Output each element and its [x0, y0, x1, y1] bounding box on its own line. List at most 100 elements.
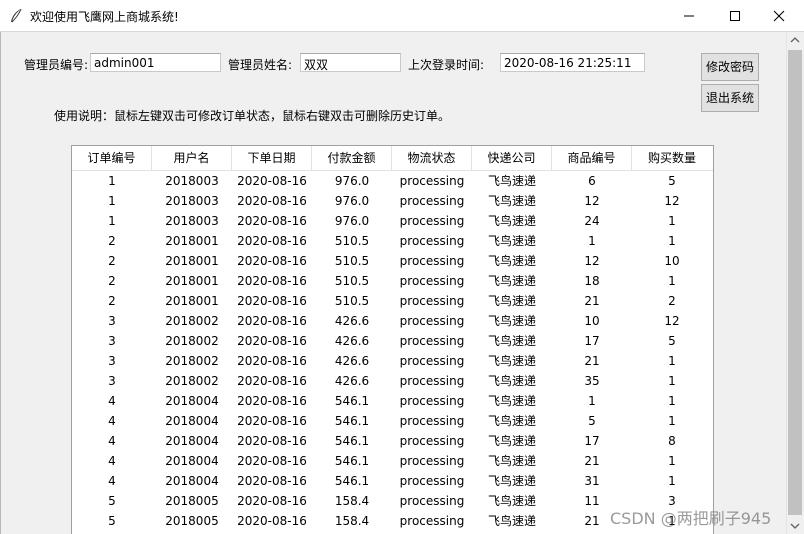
table-row[interactable]: 3 2018002 2020-08-16 426.6 processing 飞鸟速递 21 1: [72, 351, 713, 371]
table-cell: 12: [584, 194, 600, 208]
table-cell: 飞鸟速递: [487, 334, 536, 348]
table-row[interactable]: 2 2018001 2020-08-16 510.5 processing 飞鸟速递 21 2: [72, 291, 713, 311]
table-cell: 2018004: [165, 474, 219, 488]
table-cell: processing: [399, 234, 465, 248]
table-row[interactable]: 3 2018002 2020-08-16 426.6 processing 飞鸟速递 35 1: [72, 371, 713, 391]
table-cell: processing: [399, 354, 465, 368]
column-header[interactable]: 商品编号: [552, 146, 632, 170]
table-cell: 1: [588, 234, 596, 248]
table-cell: 2020-08-16: [237, 334, 307, 348]
table-cell: 飞鸟速递: [487, 194, 536, 208]
table-cell: 1: [108, 194, 116, 208]
table-row[interactable]: 2 2018001 2020-08-16 510.5 processing 飞鸟速递 18 1: [72, 271, 713, 291]
table-cell: 2018004: [165, 394, 219, 408]
table-cell: 1: [668, 374, 676, 388]
table-row[interactable]: 3 2018002 2020-08-16 426.6 processing 飞鸟速递 17 5: [72, 331, 713, 351]
table-cell: 1: [668, 354, 676, 368]
table-cell: 4: [108, 474, 116, 488]
table-cell: 2020-08-16: [237, 294, 307, 308]
table-cell: 12: [584, 254, 600, 268]
last-login-field[interactable]: 2020-08-16 21:25:11: [500, 53, 645, 72]
table-cell: 21: [584, 294, 600, 308]
table-cell: processing: [399, 474, 465, 488]
table-cell: 2018003: [165, 194, 219, 208]
scroll-down-arrow-icon[interactable]: [787, 517, 803, 534]
column-header[interactable]: 快递公司: [472, 146, 552, 170]
table-cell: 飞鸟速递: [487, 314, 536, 328]
minimize-icon: [684, 15, 694, 17]
table-cell: 426.6: [334, 374, 370, 388]
table-cell: 2020-08-16: [237, 214, 307, 228]
table-cell: processing: [399, 494, 465, 508]
column-header[interactable]: 付款金额: [312, 146, 392, 170]
table-row[interactable]: 1 2018003 2020-08-16 976.0 processing 飞鸟速递 24 1: [72, 211, 713, 231]
orders-table[interactable]: 订单编号 用户名 下单日期 付款金额 物流状态 快递公司 商品编号 购买数量 1 2018003…: [71, 145, 714, 534]
admin-id-field[interactable]: admin001: [90, 53, 221, 72]
table-cell: 10: [584, 314, 600, 328]
table-cell: 飞鸟速递: [487, 254, 536, 268]
table-cell: 2: [108, 234, 116, 248]
table-cell: 2018003: [165, 174, 219, 188]
column-header[interactable]: 用户名: [152, 146, 232, 170]
table-cell: 5: [108, 494, 116, 508]
table-cell: 2020-08-16: [237, 234, 307, 248]
table-row[interactable]: 2 2018001 2020-08-16 510.5 processing 飞鸟速递 12 1…: [72, 251, 713, 271]
table-cell: processing: [399, 334, 465, 348]
table-row[interactable]: 3 2018002 2020-08-16 426.6 processing 飞鸟速递 10 1…: [72, 311, 713, 331]
table-row[interactable]: 4 2018004 2020-08-16 546.1 processing 飞鸟速递 31 1: [72, 471, 713, 491]
table-cell: processing: [399, 434, 465, 448]
table-cell: 2020-08-16: [237, 454, 307, 468]
table-row[interactable]: 4 2018004 2020-08-16 546.1 processing 飞鸟速递 21 1: [72, 451, 713, 471]
maximize-icon: [730, 11, 740, 21]
change-password-button[interactable]: 修改密码: [701, 53, 759, 81]
table-cell: 976.0: [334, 174, 370, 188]
table-cell: 2020-08-16: [237, 514, 307, 528]
table-cell: 1: [668, 454, 676, 468]
table-cell: 426.6: [334, 354, 370, 368]
feather-icon: [11, 8, 22, 23]
table-cell: 35: [584, 374, 600, 388]
table-row[interactable]: 4 2018004 2020-08-16 546.1 processing 飞鸟速递 5 1: [72, 411, 713, 431]
scroll-up-arrow-icon[interactable]: [787, 32, 803, 49]
logout-button[interactable]: 退出系统: [701, 84, 759, 112]
table-cell: 5: [588, 414, 596, 428]
table-cell: 4: [108, 454, 116, 468]
table-row[interactable]: 4 2018004 2020-08-16 546.1 processing 飞鸟速递 1 1: [72, 391, 713, 411]
table-cell: 31: [584, 474, 600, 488]
table-cell: 1: [588, 394, 596, 408]
table-row[interactable]: 2 2018001 2020-08-16 510.5 processing 飞鸟速递 1 1: [72, 231, 713, 251]
table-cell: 2020-08-16: [237, 274, 307, 288]
scroll-thumb[interactable]: [788, 50, 802, 515]
table-row[interactable]: 1 2018003 2020-08-16 976.0 processing 飞鸟速递 6 5: [72, 171, 713, 191]
table-cell: 2018002: [165, 374, 219, 388]
table-cell: processing: [399, 214, 465, 228]
table-cell: 飞鸟速递: [487, 494, 536, 508]
admin-name-field[interactable]: 双双: [300, 53, 401, 72]
last-login-label: 上次登录时间:: [408, 58, 485, 72]
minimize-button[interactable]: [666, 0, 712, 32]
maximize-button[interactable]: [712, 0, 758, 32]
table-cell: 1: [108, 214, 116, 228]
title-bar: 欢迎使用飞鹰网上商城系统!: [0, 0, 804, 32]
column-header[interactable]: 购买数量: [632, 146, 712, 170]
column-header[interactable]: 物流状态: [392, 146, 472, 170]
table-row[interactable]: 1 2018003 2020-08-16 976.0 processing 飞鸟速递 12 1…: [72, 191, 713, 211]
table-cell: 3: [108, 314, 116, 328]
table-cell: 飞鸟速递: [487, 354, 536, 368]
table-cell: 4: [108, 434, 116, 448]
vertical-scrollbar[interactable]: [786, 32, 803, 534]
table-cell: 426.6: [334, 314, 370, 328]
table-cell: 21: [584, 454, 600, 468]
table-cell: 1: [668, 214, 676, 228]
column-header[interactable]: 下单日期: [232, 146, 312, 170]
table-row[interactable]: 4 2018004 2020-08-16 546.1 processing 飞鸟速递 17 8: [72, 431, 713, 451]
table-cell: 2020-08-16: [237, 474, 307, 488]
close-icon: [773, 10, 785, 22]
table-cell: processing: [399, 374, 465, 388]
column-header[interactable]: 订单编号: [72, 146, 152, 170]
window-title: 欢迎使用飞鹰网上商城系统!: [30, 10, 179, 24]
close-button[interactable]: [756, 0, 802, 32]
table-cell: 飞鸟速递: [487, 374, 536, 388]
table-cell: 2020-08-16: [237, 314, 307, 328]
table-cell: processing: [399, 454, 465, 468]
